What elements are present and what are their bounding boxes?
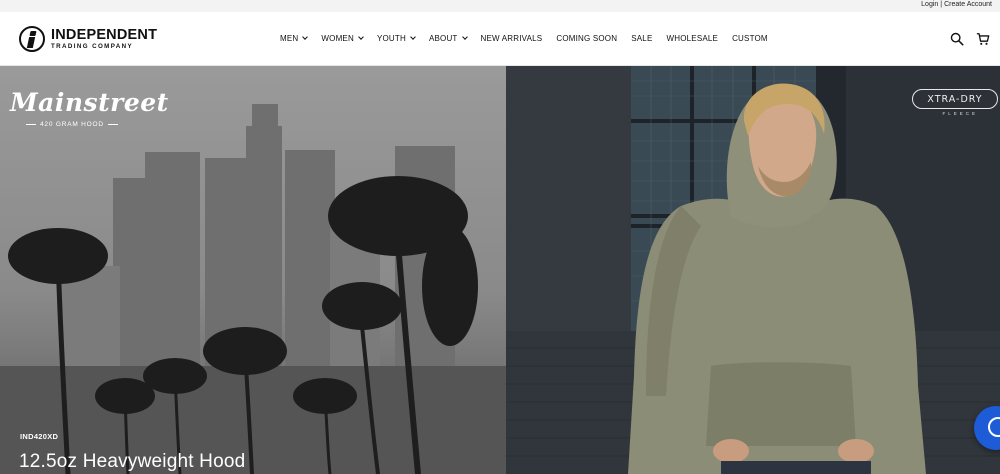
nav-item-youth[interactable]: YOUTH [376,34,416,43]
account-links: Login | Create Account [921,1,992,8]
mainstreet-subtitle-text: 420 GRAM HOOD [40,121,104,128]
logo-line-1: INDEPENDENT [51,27,158,44]
chevron-down-icon [461,34,468,40]
nav-item-women[interactable]: WOMEN [321,34,364,43]
hero-banner: Mainstreet 420 GRAM HOOD IND420XD 12.5oz… [0,66,1000,474]
search-icon[interactable] [950,32,964,46]
nav-item-label: WOMEN [321,34,354,43]
hero-left-panel[interactable]: Mainstreet 420 GRAM HOOD IND420XD 12.5oz… [0,66,506,474]
nav-item-about[interactable]: ABOUT [428,34,468,43]
chevron-down-icon [302,34,309,40]
logo-mark-icon [19,26,45,52]
nav-item-new-arrivals[interactable]: NEW ARRIVALS [481,34,543,43]
divider-line [107,124,118,125]
nav-item-wholesale[interactable]: WHOLESALE [666,34,718,43]
nav-item-men[interactable]: MEN [280,34,309,43]
nav-item-label: WHOLESALE [666,34,719,43]
nav-item-custom[interactable]: CUSTOM [732,34,768,43]
chevron-down-icon [410,34,416,40]
divider-line [26,124,36,125]
login-link[interactable]: Login [921,1,938,8]
model-image [506,66,1000,474]
nav-item-label: YOUTH [376,34,406,43]
nav-item-label: CUSTOM [732,34,768,43]
logo-wordmark: INDEPENDENT TRADING COMPANY [51,28,157,50]
nav-item-label: MEN [280,34,299,43]
logo-line-2: TRADING COMPANY [51,42,134,50]
main-nav: MEN WOMEN YOUTH ABOUT NEW ARRIVALS COMIN… [280,34,782,43]
nav-item-coming-soon[interactable]: COMING SOON [556,34,617,43]
cart-icon[interactable] [976,32,990,46]
chat-icon [988,417,1000,437]
product-sku: IND420XD [20,432,59,441]
nav-item-sale[interactable]: SALE [631,34,652,43]
create-account-link[interactable]: Create Account [944,1,992,8]
nav-item-label: NEW ARRIVALS [480,34,543,43]
hero-right-panel[interactable]: XTRA-DRY FLEECE [506,66,1000,474]
xtra-dry-subtitle: FLEECE [942,111,978,116]
nav-item-label: ABOUT [428,34,458,43]
chevron-down-icon [358,34,364,40]
utility-separator: | [940,1,943,8]
utility-bar: Login | Create Account [0,0,1000,12]
brand-logo[interactable]: INDEPENDENT TRADING COMPANY [19,26,157,52]
mainstreet-logo: Mainstreet [10,88,169,117]
xtra-dry-badge: XTRA-DRY [912,89,998,109]
site-header: INDEPENDENT TRADING COMPANY MEN WOMEN YO… [0,12,1000,66]
nav-item-label: COMING SOON [556,34,618,43]
header-actions [950,32,990,46]
nav-item-label: SALE [631,34,653,43]
product-title[interactable]: 12.5oz Heavyweight Hood [19,451,245,473]
mainstreet-subtitle: 420 GRAM HOOD [26,121,118,128]
